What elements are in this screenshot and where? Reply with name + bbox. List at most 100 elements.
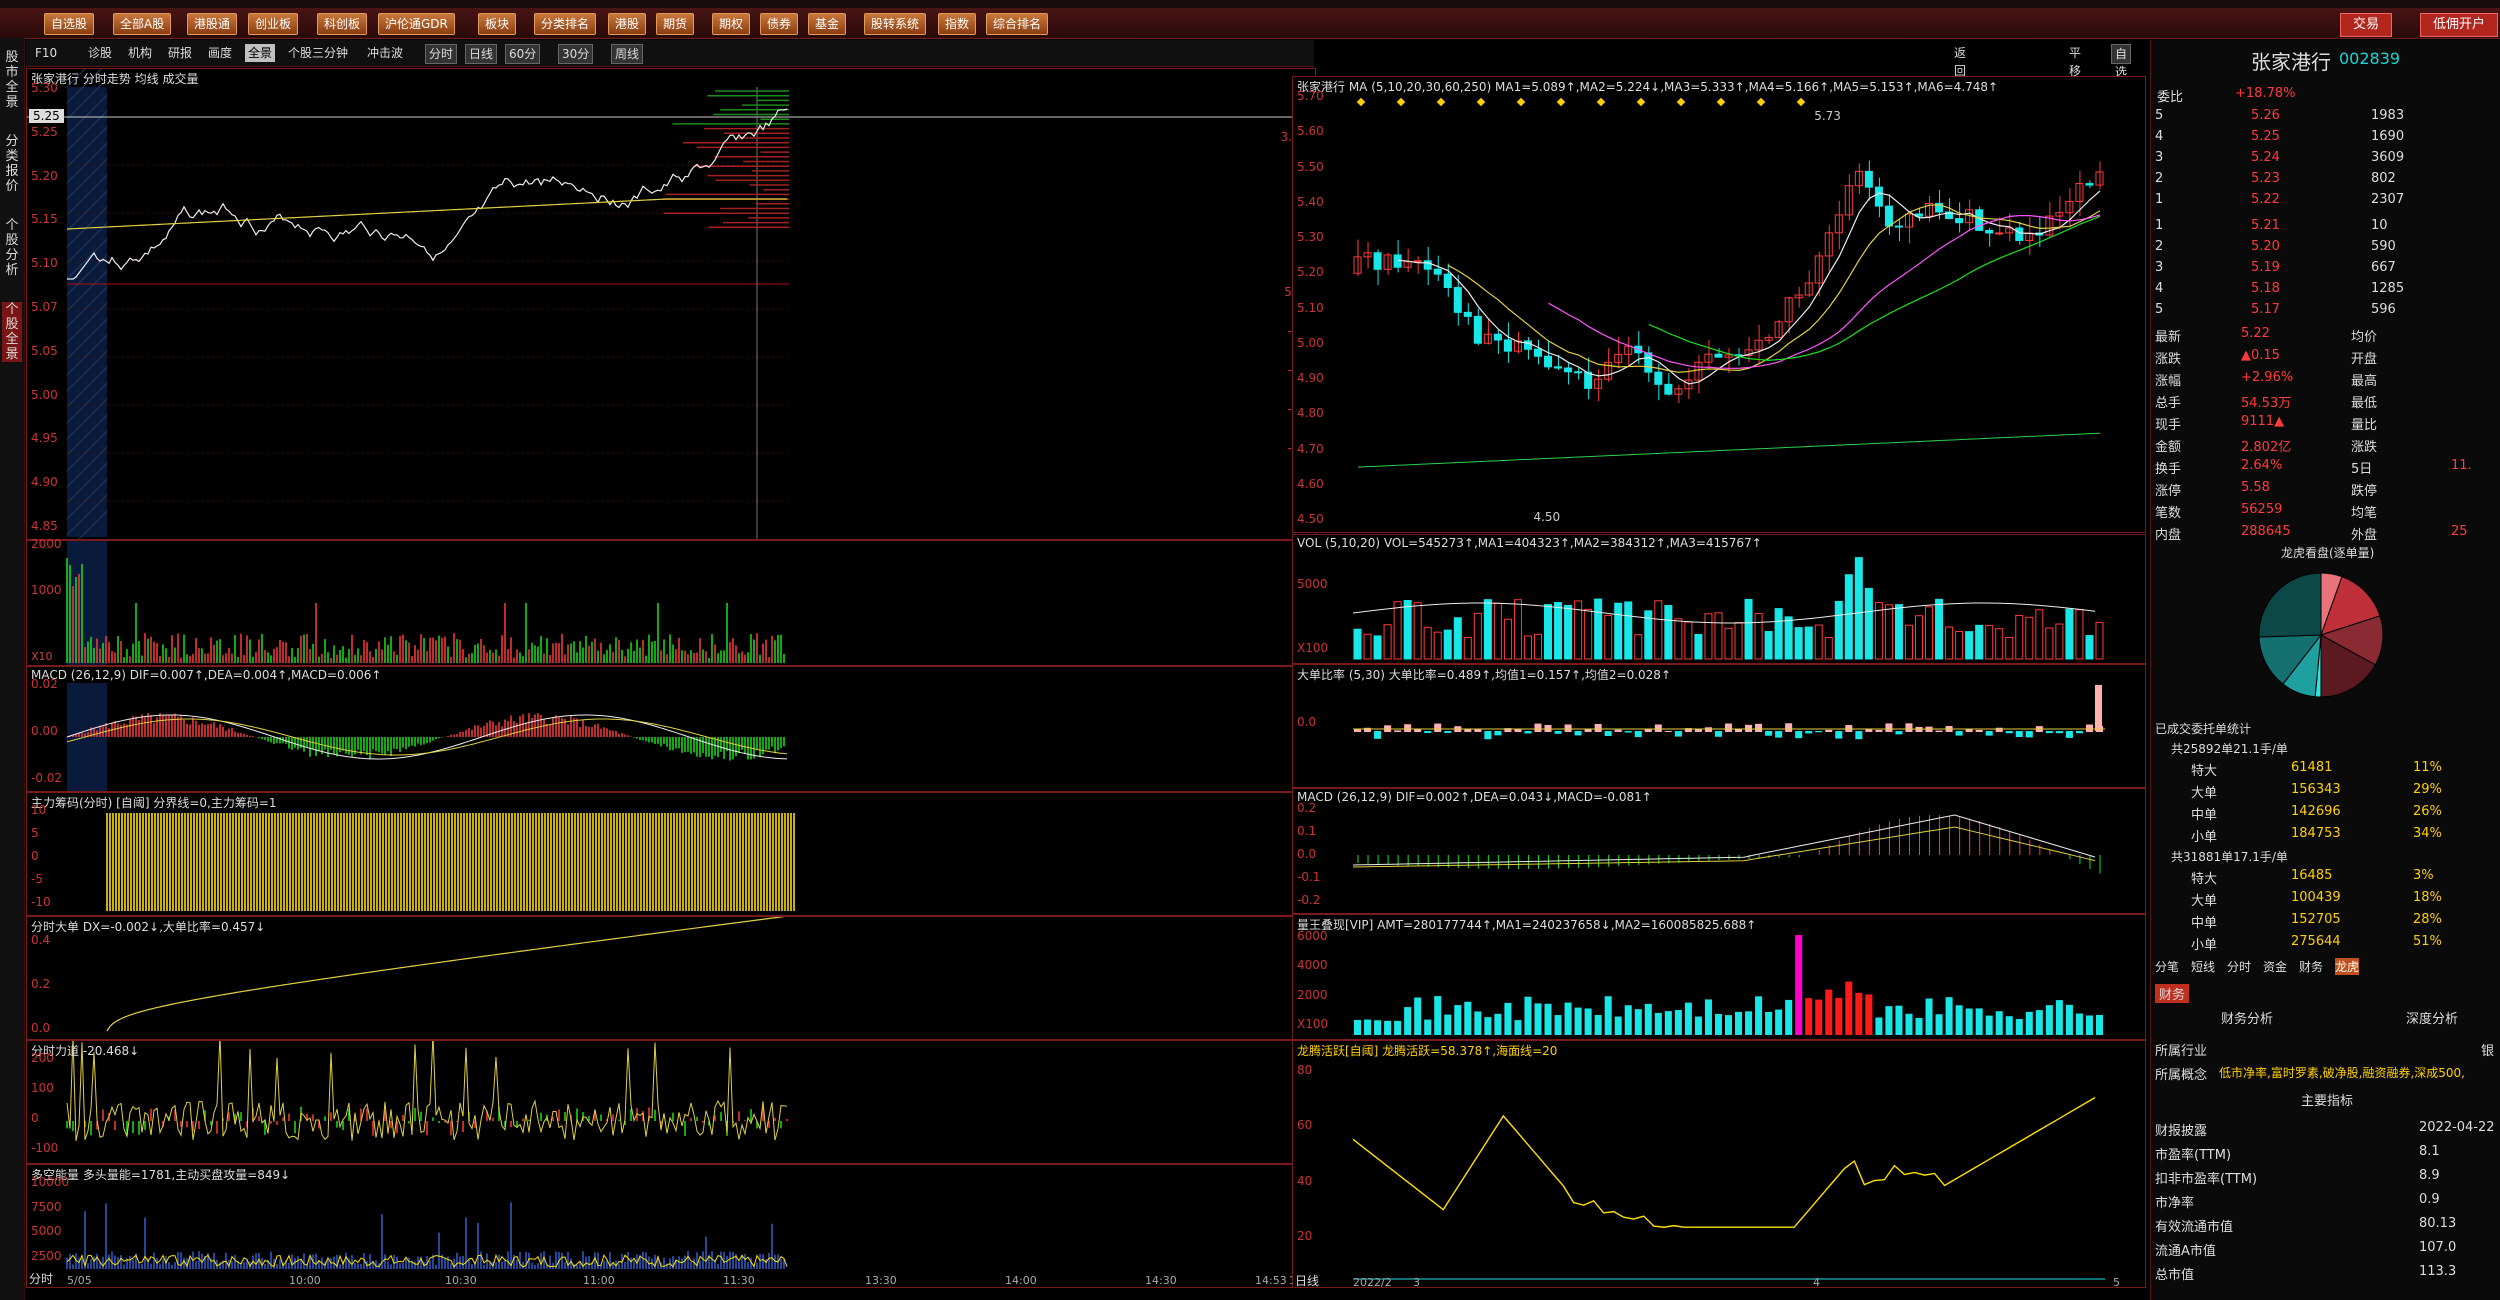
bottom-tab[interactable]: 财务 xyxy=(2299,958,2323,975)
top-menu-item[interactable]: 股转系统 xyxy=(864,13,927,35)
top-menu-item[interactable]: 期权 xyxy=(712,13,751,35)
fin-row-label: 市净率 xyxy=(2155,1196,2195,1211)
top-menu-item[interactable]: 分类排名 xyxy=(534,13,597,35)
fin-row-value: 107.0 xyxy=(2419,1240,2457,1255)
current-price-tag: 5.25 xyxy=(29,109,64,123)
chart-tab[interactable]: 日线 xyxy=(465,44,498,64)
right-tab[interactable]: 自选 xyxy=(2111,44,2132,79)
top-menu-item[interactable]: 板块 xyxy=(478,13,517,35)
left-tab[interactable]: 分类报价 xyxy=(2,134,22,194)
volume-king-pane[interactable]: 量王叠现[VIP] AMT=280177744↑,MA1=240237658↓,… xyxy=(1292,914,2146,1040)
axis-label: 6000 xyxy=(1297,929,1328,943)
time-axis-label: 14:30 xyxy=(1145,1274,1177,1287)
chart-tab[interactable]: 全景 xyxy=(245,44,276,62)
top-menu-item[interactable]: 港股通 xyxy=(187,13,238,35)
sell-row-pct: 51% xyxy=(2413,934,2442,949)
chart-tab[interactable]: 分时 xyxy=(425,44,458,64)
main-index-label: 主要指标 xyxy=(2301,1094,2354,1109)
axis-label: 2000 xyxy=(31,537,62,551)
right-tab[interactable]: 返回个股分析 xyxy=(1951,44,1969,150)
top-menu-item[interactable]: 基金 xyxy=(808,13,847,35)
fin-subtab[interactable]: 深度分析 xyxy=(2406,1008,2458,1027)
bottom-tab[interactable]: 分时 xyxy=(2227,958,2251,975)
chart-tab[interactable]: 研报 xyxy=(165,44,195,62)
top-menu-item[interactable]: 创业板 xyxy=(248,13,299,35)
bottom-tab[interactable]: 龙虎 xyxy=(2335,958,2360,975)
quote-label-2: 5日 xyxy=(2351,462,2373,477)
pie-title: 龙虎看盘(逐单量) xyxy=(2281,546,2375,560)
daily-bottom-label[interactable]: 日线 xyxy=(1295,1272,1319,1289)
top-menu-item[interactable]: 自选股 xyxy=(44,13,95,35)
top-menu-item[interactable]: 港股 xyxy=(608,13,647,35)
time-axis-label: 11:00 xyxy=(583,1274,615,1287)
intraday-macd-pane[interactable]: MACD (26,12,9) DIF=0.007↑,DEA=0.004↑,MAC… xyxy=(26,666,1316,792)
fin-row-value: 8.9 xyxy=(2419,1168,2440,1183)
top-menu-item[interactable]: 沪伦通GDR xyxy=(378,13,455,35)
axis-label: 5.15 xyxy=(31,212,58,227)
ask-price: 5.22 xyxy=(2251,192,2280,207)
intraday-big-order-pane[interactable]: 分时大单 DX=-0.002↓,大单比率=0.457↓ 0.4 0.2 0.0 xyxy=(26,916,1316,1040)
axis-label: 5.40 xyxy=(1297,194,1324,209)
intraday-force-pane[interactable]: 分时力道 -20.468↓ 200 100 0 -100 xyxy=(26,1040,1316,1164)
intraday-volume-pane[interactable]: 2000 1000 X10 xyxy=(26,537,1316,666)
dragon-active-pane[interactable]: 龙腾活跃[自阈] 龙腾活跃=58.378↑,海面线=20 80 60 40 20 2022… xyxy=(1292,1040,2146,1289)
fin-subtab[interactable]: 财务分析 xyxy=(2221,1008,2273,1027)
long-short-energy-pane[interactable]: 多空能量 多头量能=1781,主动买盘攻量=849↓ 10000 7500 5000 2… xyxy=(26,1164,1321,1288)
daily-macd-pane[interactable]: MACD (26,12,9) DIF=0.002↑,DEA=0.043↓,MAC… xyxy=(1292,788,2146,914)
fin-row-value: 0.9 xyxy=(2419,1192,2440,1207)
pane-header: MACD (26,12,9) DIF=0.007↑,DEA=0.004↑,MAC… xyxy=(31,668,382,682)
top-menu-item[interactable]: 指数 xyxy=(938,13,977,35)
big-order-ratio-pane[interactable]: 大单比率 (5,30) 大单比率=0.489↑,均值1=0.157↑,均值2=0… xyxy=(1292,664,2146,788)
bottom-tab[interactable]: 分笔 xyxy=(2155,958,2179,975)
top-menu-item[interactable]: 科创板 xyxy=(317,13,368,35)
daily-volume-pane[interactable]: VOL (5,10,20) VOL=545273↑,MA1=404323↑,MA… xyxy=(1292,534,2146,664)
bottom-tab[interactable]: 资金 xyxy=(2263,958,2287,975)
top-menu-item[interactable]: 全部A股 xyxy=(113,13,172,35)
quote-value: 288645 xyxy=(2241,524,2291,539)
time-axis-label: 10:00 xyxy=(289,1274,321,1287)
axis-label: 5.05 xyxy=(31,343,58,358)
chart-tab[interactable]: 画度 xyxy=(205,44,235,62)
top-menu-item[interactable]: 期货 xyxy=(656,13,695,35)
intraday-price-pane[interactable]: 张家港行 分时走势 均线 成交量 5.30 5.25 5.20 5.15 5.10 5.07… xyxy=(26,68,1316,540)
fin-tab[interactable]: 财务 xyxy=(2155,984,2190,1003)
quote-value: +2.96% xyxy=(2241,370,2294,385)
left-tab[interactable]: 个股全景 xyxy=(2,302,22,362)
chart-tab[interactable]: 诊股 xyxy=(85,44,115,62)
chart-tab[interactable]: 冲击波 xyxy=(364,44,406,62)
daily-time-axis-label: 5 xyxy=(2113,1276,2120,1289)
right-tab[interactable]: 平移 xyxy=(2066,44,2084,78)
bottom-tab[interactable]: 短线 xyxy=(2191,958,2215,975)
ask-price: 5.26 xyxy=(2251,108,2280,123)
quote-value: ▲0.15 xyxy=(2241,348,2280,363)
ask-volume: 2307 xyxy=(2371,192,2405,207)
axis-label: 5000 xyxy=(1297,577,1328,591)
axis-label: 0.2 xyxy=(31,977,51,991)
main-force-chips-pane[interactable]: 主力筹码(分时) [自阈] 分界线=0,主力筹码=1 10 5 0 -5 -10 xyxy=(26,792,1316,916)
axis-label: 0 xyxy=(31,849,39,863)
daily-kline-pane[interactable]: 张家港行 MA (5,10,20,30,60,250) MA1=5.089↑,M… xyxy=(1292,76,2146,533)
chart-tab[interactable]: 机构 xyxy=(125,44,155,62)
axis-label: 4.60 xyxy=(1297,476,1324,491)
top-menu-item[interactable]: 债券 xyxy=(760,13,799,35)
axis-label: 5.25 xyxy=(31,124,58,139)
top-menu-item[interactable]: 综合排名 xyxy=(986,13,1049,35)
top-right-button[interactable]: 低佣开户 xyxy=(2420,13,2499,37)
intraday-bottom-label[interactable]: 分时 xyxy=(29,1270,53,1287)
buy-row-name: 小单 xyxy=(2191,830,2218,845)
buy-row-pct: 26% xyxy=(2413,804,2442,819)
industry-value: 银 xyxy=(2481,1044,2495,1059)
chart-tab[interactable]: F10 xyxy=(32,44,60,62)
left-tab[interactable]: 股市全景 xyxy=(2,50,22,110)
bid-volume: 667 xyxy=(2371,260,2396,275)
chart-tab[interactable]: 个股三分钟 xyxy=(285,44,351,62)
chart-tab[interactable]: 30分 xyxy=(558,44,594,64)
quote-label: 内盘 xyxy=(2155,528,2182,543)
quote-label: 总手 xyxy=(2155,396,2182,411)
chart-tab[interactable]: 周线 xyxy=(611,44,644,64)
top-right-button[interactable]: 交易 xyxy=(2340,13,2393,37)
axis-label: 0.2 xyxy=(1297,801,1317,815)
chart-tab[interactable]: 60分 xyxy=(505,44,541,64)
buy-row-name: 特大 xyxy=(2191,764,2218,779)
left-tab[interactable]: 个股分析 xyxy=(2,218,22,278)
